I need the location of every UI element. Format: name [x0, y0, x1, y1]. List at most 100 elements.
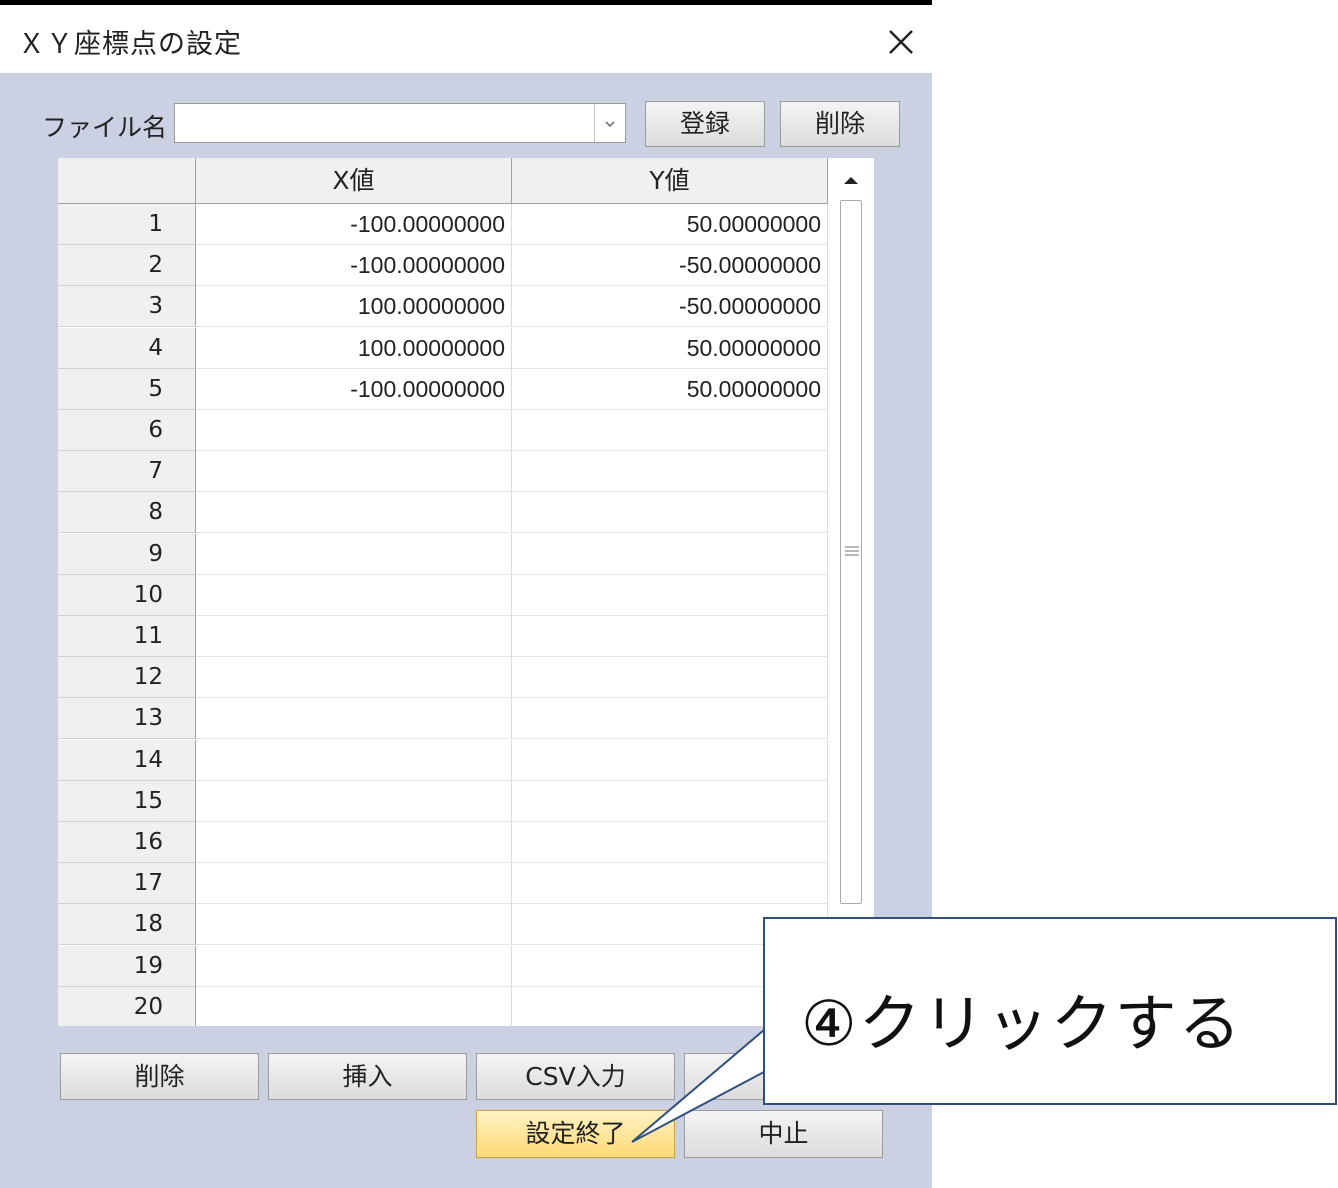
row-number-header[interactable]: 10: [58, 574, 196, 616]
finish-settings-button[interactable]: 設定終了: [476, 1110, 675, 1158]
close-icon: [889, 30, 913, 54]
grip-icon: [845, 546, 859, 556]
x-value-cell[interactable]: [196, 945, 512, 987]
x-value-cell[interactable]: [196, 492, 512, 534]
y-value-cell[interactable]: [512, 410, 828, 451]
table-row[interactable]: 20: [58, 986, 828, 1026]
table-row[interactable]: 11: [58, 616, 828, 657]
row-number-header[interactable]: 14: [58, 739, 196, 781]
y-value-cell[interactable]: -50.00000000: [512, 286, 828, 328]
row-delete-button[interactable]: 削除: [60, 1053, 259, 1100]
y-value-cell[interactable]: [512, 533, 828, 575]
callout-text: ④クリックする: [801, 987, 1243, 1060]
row-number-header[interactable]: 3: [58, 286, 196, 328]
x-value-cell[interactable]: [196, 904, 512, 946]
y-value-cell[interactable]: 50.00000000: [512, 327, 828, 369]
x-value-cell[interactable]: -100.00000000: [196, 204, 512, 245]
x-value-cell[interactable]: [196, 986, 512, 1026]
row-number-header[interactable]: 16: [58, 822, 196, 863]
x-value-cell[interactable]: 100.00000000: [196, 286, 512, 328]
row-number-header[interactable]: 17: [58, 863, 196, 905]
x-value-cell[interactable]: -100.00000000: [196, 368, 512, 410]
x-value-cell[interactable]: [196, 451, 512, 493]
table-row[interactable]: 17: [58, 863, 828, 905]
table-row[interactable]: 3 100.00000000 -50.00000000: [58, 286, 828, 328]
x-value-cell[interactable]: [196, 410, 512, 451]
row-number-header[interactable]: 9: [58, 533, 196, 575]
row-number-header[interactable]: 13: [58, 698, 196, 740]
table-row[interactable]: 5 -100.00000000 50.00000000: [58, 368, 828, 410]
x-value-cell[interactable]: [196, 780, 512, 822]
table-row[interactable]: 9: [58, 533, 828, 575]
insert-button[interactable]: 挿入: [268, 1053, 467, 1100]
y-value-cell[interactable]: 50.00000000: [512, 204, 828, 245]
table-row[interactable]: 12: [58, 657, 828, 699]
close-button[interactable]: [880, 23, 920, 63]
x-value-cell[interactable]: [196, 739, 512, 781]
y-value-cell[interactable]: [512, 616, 828, 657]
grid-corner-header[interactable]: [58, 158, 196, 204]
y-value-cell[interactable]: -50.00000000: [512, 245, 828, 287]
row-number-header[interactable]: 15: [58, 780, 196, 822]
annotation-callout: ④クリックする: [763, 917, 1337, 1105]
table-row[interactable]: 18: [58, 904, 828, 946]
y-value-cell[interactable]: [512, 863, 828, 905]
x-value-cell[interactable]: [196, 698, 512, 740]
table-row[interactable]: 16: [58, 822, 828, 863]
y-value-cell[interactable]: [512, 492, 828, 534]
table-row[interactable]: 2 -100.00000000 -50.00000000: [58, 245, 828, 287]
y-value-cell[interactable]: [512, 780, 828, 822]
file-name-label: ファイル名: [42, 113, 168, 142]
row-number-header[interactable]: 6: [58, 410, 196, 451]
table-row[interactable]: 1 -100.00000000 50.00000000: [58, 204, 828, 245]
x-value-cell[interactable]: [196, 657, 512, 699]
x-value-cell[interactable]: 100.00000000: [196, 327, 512, 369]
row-number-header[interactable]: 18: [58, 904, 196, 946]
coordinate-grid[interactable]: X値 Y値 1 -100.00000000 50.00000000 2 -100.000…: [58, 158, 874, 1026]
y-value-cell[interactable]: [512, 698, 828, 740]
y-value-cell[interactable]: [512, 451, 828, 493]
row-number-header[interactable]: 8: [58, 492, 196, 534]
row-number-header[interactable]: 4: [58, 327, 196, 369]
table-row[interactable]: 10: [58, 574, 828, 616]
chevron-down-icon: [605, 121, 615, 128]
register-button[interactable]: 登録: [645, 101, 765, 147]
x-value-cell[interactable]: [196, 574, 512, 616]
y-value-cell[interactable]: [512, 739, 828, 781]
scrollbar-thumb[interactable]: [840, 200, 862, 904]
row-number-header[interactable]: 7: [58, 451, 196, 493]
column-header-y[interactable]: Y値: [512, 158, 828, 204]
file-name-combobox[interactable]: [174, 103, 626, 143]
x-value-cell[interactable]: [196, 822, 512, 863]
x-value-cell[interactable]: [196, 863, 512, 905]
row-number-header[interactable]: 19: [58, 945, 196, 987]
table-row[interactable]: 6: [58, 410, 828, 451]
file-delete-button[interactable]: 削除: [780, 101, 900, 147]
table-row[interactable]: 13: [58, 698, 828, 740]
row-number-header[interactable]: 11: [58, 616, 196, 657]
x-value-cell[interactable]: [196, 533, 512, 575]
row-number-header[interactable]: 2: [58, 245, 196, 287]
row-number-header[interactable]: 20: [58, 986, 196, 1026]
table-row[interactable]: 15: [58, 780, 828, 822]
table-row[interactable]: 7: [58, 451, 828, 493]
table-row[interactable]: 14: [58, 739, 828, 781]
file-name-dropdown-button[interactable]: [594, 104, 625, 142]
row-number-header[interactable]: 1: [58, 204, 196, 245]
vertical-scrollbar[interactable]: [828, 158, 874, 1026]
x-value-cell[interactable]: [196, 616, 512, 657]
y-value-cell[interactable]: 50.00000000: [512, 368, 828, 410]
table-row[interactable]: 19: [58, 945, 828, 987]
row-number-header[interactable]: 12: [58, 657, 196, 699]
table-row[interactable]: 8: [58, 492, 828, 534]
y-value-cell[interactable]: [512, 822, 828, 863]
y-value-cell[interactable]: [512, 574, 828, 616]
column-header-x[interactable]: X値: [196, 158, 512, 204]
scroll-up-arrow-icon[interactable]: [842, 174, 860, 186]
csv-input-button[interactable]: CSV入力: [476, 1053, 675, 1100]
row-number-header[interactable]: 5: [58, 368, 196, 410]
table-row[interactable]: 4 100.00000000 50.00000000: [58, 327, 828, 369]
x-value-cell[interactable]: -100.00000000: [196, 245, 512, 287]
cancel-button[interactable]: 中止: [684, 1110, 883, 1158]
y-value-cell[interactable]: [512, 657, 828, 699]
